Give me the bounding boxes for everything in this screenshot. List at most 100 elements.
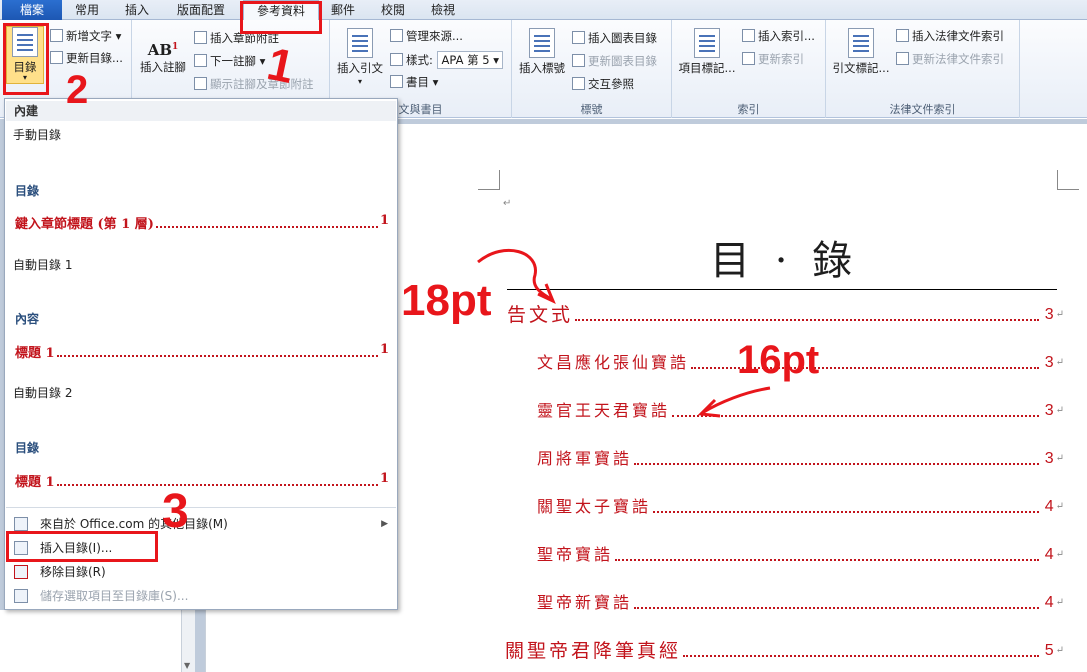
- update-index-button[interactable]: 更新索引: [742, 51, 804, 67]
- cross-reference-label: 交互參照: [588, 77, 634, 91]
- bibliography-button[interactable]: 書目 ▾: [390, 74, 438, 90]
- scroll-down-icon[interactable]: ▼: [184, 661, 190, 670]
- gallery3-entry-text: 標題 1: [15, 475, 55, 490]
- toc-leader: [575, 319, 1039, 321]
- gallery2-entry-text: 標題 1: [15, 346, 55, 361]
- tab-home[interactable]: 常用: [72, 0, 102, 20]
- toc-entry[interactable]: 聖帝寶誥 4 ↵: [537, 542, 1064, 568]
- style-label-row: 樣式: APA 第 5 ▾: [390, 51, 503, 69]
- insert-toa-label: 插入法律文件索引: [912, 29, 1004, 43]
- bibliography-icon: [390, 75, 403, 88]
- toc-leader: [634, 607, 1039, 609]
- show-notes-label: 顯示註腳及章節附註: [210, 77, 314, 91]
- insert-tof-icon: [572, 31, 585, 44]
- style-select-value: APA 第 5: [441, 53, 490, 67]
- gallery2-heading: 內容: [15, 312, 40, 326]
- insert-caption-button[interactable]: 插入標號: [516, 28, 568, 75]
- gallery3-entry: 標題 1 1: [15, 471, 389, 490]
- toc-entry[interactable]: 靈官王天君寶誥 3 ↵: [537, 398, 1064, 424]
- tab-file[interactable]: 檔案: [2, 0, 62, 20]
- toc-entry[interactable]: 關聖太子寶誥 4 ↵: [537, 494, 1064, 520]
- citation-icon: [347, 28, 373, 58]
- save-selection-item[interactable]: 儲存選取項目至目錄庫(S)...: [6, 585, 396, 607]
- manual-toc-label[interactable]: 手動目錄: [13, 126, 61, 143]
- update-icon: [50, 51, 63, 64]
- crop-mark: [1057, 170, 1079, 190]
- toc-leader: [615, 559, 1039, 561]
- toc-title-rule: [507, 289, 1057, 290]
- manage-sources-button[interactable]: 管理來源...: [390, 28, 463, 44]
- auto-toc-1-label[interactable]: 自動目錄 1: [13, 256, 72, 273]
- insert-index-icon: [742, 29, 755, 42]
- index-group: 項目標記... 插入索引... 更新索引 索引: [672, 20, 826, 118]
- mark-entry-label: 項目標記...: [678, 61, 736, 75]
- update-toa-button[interactable]: 更新法律文件索引: [896, 51, 1004, 67]
- style-select[interactable]: APA 第 5 ▾: [436, 51, 503, 69]
- gallery2-entry: 標題 1 1: [15, 342, 389, 361]
- save-selection-label: 儲存選取項目至目錄庫(S)...: [40, 589, 189, 603]
- show-notes-button[interactable]: 顯示註腳及章節附註: [194, 76, 314, 92]
- insert-tof-label: 插入圖表目錄: [588, 31, 657, 45]
- toc-entry-text: 告文式: [507, 304, 574, 326]
- add-text-button[interactable]: 新增文字 ▾: [50, 28, 121, 44]
- toc-page-number: 3: [1044, 306, 1054, 323]
- insert-toa-icon: [896, 29, 909, 42]
- gallery1-entry-text: 鍵入章節標題 (第 1 層): [15, 217, 154, 232]
- office-globe-icon: [14, 517, 28, 531]
- tab-view[interactable]: 檢視: [428, 0, 458, 20]
- tab-insert[interactable]: 插入: [122, 0, 152, 20]
- toc-leader: [653, 511, 1039, 513]
- toc-page-number: 3: [1044, 402, 1054, 419]
- insert-caption-label: 插入標號: [519, 61, 565, 75]
- insert-tof-button[interactable]: 插入圖表目錄: [572, 30, 657, 46]
- insert-index-button[interactable]: 插入索引...: [742, 28, 815, 44]
- scrollbar[interactable]: ▼: [181, 610, 195, 672]
- update-index-icon: [742, 52, 755, 65]
- paragraph-mark: ↵: [1055, 645, 1064, 656]
- toc-entry[interactable]: 周將軍寶誥 3 ↵: [537, 446, 1064, 472]
- cross-reference-button[interactable]: 交互參照: [572, 76, 634, 92]
- add-text-label: 新增文字: [66, 29, 112, 43]
- remove-toc-label: 移除目錄(R): [40, 565, 106, 579]
- remove-toc-item[interactable]: 移除目錄(R): [6, 561, 396, 583]
- gallery1-entry: 鍵入章節標題 (第 1 層) 1: [15, 213, 389, 232]
- update-toc-button[interactable]: 更新目錄...: [50, 50, 123, 66]
- paragraph-mark: ↵: [1055, 597, 1064, 608]
- toc-entry-text: 周將軍寶誥: [537, 449, 633, 468]
- paragraph-mark: ↵: [1055, 549, 1064, 560]
- insert-index-label: 插入索引...: [758, 29, 815, 43]
- toc-leader: [155, 213, 378, 228]
- vertical-ruler: [205, 610, 383, 672]
- tab-layout[interactable]: 版面配置: [174, 0, 228, 20]
- more-toc-office-label: 來自於 Office.com 的其他目錄(M): [40, 517, 228, 531]
- style-icon: [390, 53, 403, 66]
- toc-entry-text: 文昌應化張仙寶誥: [537, 353, 690, 372]
- toc-leader: [634, 463, 1039, 465]
- toc-entry[interactable]: 關聖帝君降筆真經 5 ↵: [505, 638, 1064, 664]
- toc-leader: [683, 655, 1039, 657]
- highlight-toc-button: [3, 23, 49, 95]
- insert-citation-button[interactable]: 插入引文 ▾: [334, 28, 386, 89]
- insert-toa-button[interactable]: 插入法律文件索引: [896, 28, 1004, 44]
- mark-citation-button[interactable]: 引文標記...: [830, 28, 892, 75]
- toc-page-number: 4: [1044, 546, 1054, 563]
- remove-toc-icon: [14, 565, 28, 579]
- toc-page-number: 3: [1044, 450, 1054, 467]
- authorities-group: 引文標記... 插入法律文件索引 更新法律文件索引 法律文件索引: [826, 20, 1020, 118]
- builtin-header: 內建: [6, 101, 396, 121]
- mark-entry-button[interactable]: 項目標記...: [676, 28, 738, 75]
- toc-page-number: 4: [1044, 498, 1054, 515]
- insert-footnote-button[interactable]: AB1 插入註腳: [138, 34, 188, 74]
- save-gallery-icon: [14, 589, 28, 603]
- toc-entry[interactable]: 告文式 3 ↵: [507, 302, 1064, 328]
- auto-toc-2-label[interactable]: 自動目錄 2: [13, 384, 72, 401]
- update-toa-label: 更新法律文件索引: [912, 52, 1004, 66]
- next-footnote-button[interactable]: 下一註腳 ▾: [194, 53, 265, 69]
- paragraph-mark: ↵: [1055, 453, 1064, 464]
- update-tof-button[interactable]: 更新圖表目錄: [572, 53, 657, 69]
- tab-review[interactable]: 校閱: [378, 0, 408, 20]
- tab-mailings[interactable]: 郵件: [328, 0, 358, 20]
- toc-entry[interactable]: 聖帝新寶誥 4 ↵: [537, 590, 1064, 616]
- mark-citation-icon: [848, 28, 874, 58]
- update-toc-label: 更新目錄...: [66, 51, 123, 65]
